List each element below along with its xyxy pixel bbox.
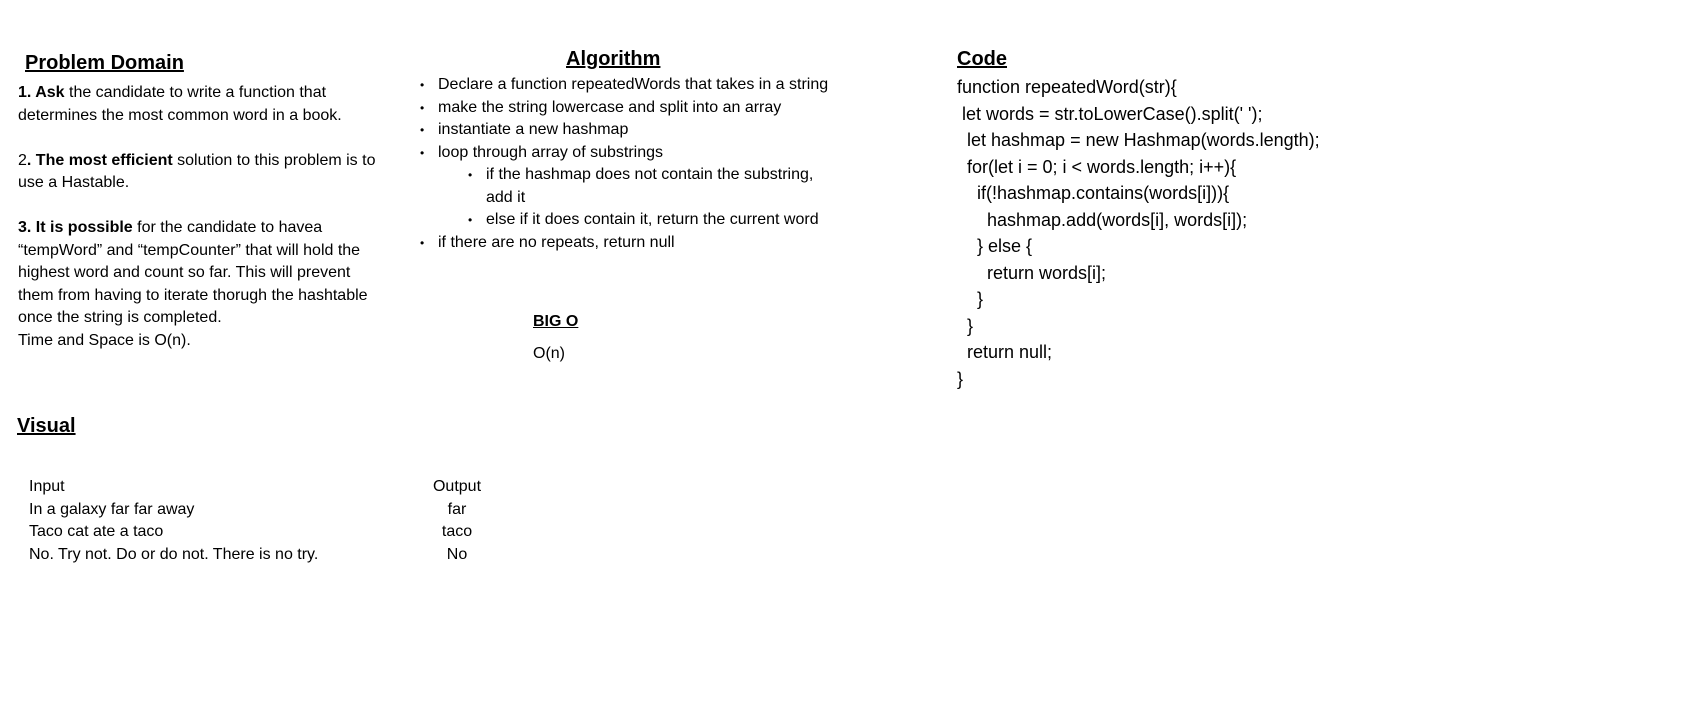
problem-line-8: them from having to iterate thorugh the … <box>18 286 368 304</box>
problem-line-10: Time and Space is O(n). <box>18 331 191 349</box>
problem-line-3: 2. The most efficient solution to this p… <box>18 150 408 173</box>
algorithm-step: • Declare a function repeatedWords that t… <box>420 74 860 97</box>
visual-row: In a galaxy far far away far <box>29 499 499 522</box>
problem-line-5: 3. It is possible for the candidate to h… <box>18 217 408 240</box>
problem-domain-heading: Problem Domain <box>25 52 184 74</box>
bullet-icon: • <box>468 213 473 227</box>
code-line: } <box>957 315 974 336</box>
algorithm-substep: • else if it does contain it, return the … <box>420 209 860 232</box>
visual-input-cell: Taco cat ate a taco <box>29 523 164 540</box>
code-block: function repeatedWord(str){ let words = … <box>957 74 1320 392</box>
big-o-value: O(n) <box>533 345 565 362</box>
bullet-icon: • <box>420 100 425 115</box>
code-line: } <box>957 368 964 389</box>
algorithm-step-text: loop through array of substrings <box>438 143 664 161</box>
problem-p1-bold: 1. Ask <box>18 84 65 101</box>
visual-output-cell: taco <box>441 523 473 540</box>
algorithm-heading: Algorithm <box>566 48 661 70</box>
bullet-icon: • <box>420 145 425 160</box>
code-line: } <box>957 289 984 309</box>
bullet-icon: • <box>420 78 425 92</box>
code-line: if(!hashmap.contains(words[i])){ <box>957 183 1230 203</box>
algorithm-step-text: Declare a function repeatedWords that ta… <box>438 76 829 93</box>
code-line: hashmap.add(words[i], words[i]); <box>957 209 1248 230</box>
problem-line-4: use a Hastable. <box>18 174 130 191</box>
problem-p3-bold: 3. It is possible <box>18 219 133 236</box>
code-line: function repeatedWord(str){ <box>957 77 1177 97</box>
code-line: let words = str.toLowerCase().split(' ')… <box>957 103 1263 124</box>
algorithm-substep-text: if the hashmap does not contain the subs… <box>486 166 814 183</box>
algorithm-step: • if there are no repeats, return null <box>420 232 860 255</box>
problem-line-9: once the string is completed. <box>18 309 222 326</box>
algorithm-step-text: if there are no repeats, return null <box>438 233 675 251</box>
visual-input-cell: In a galaxy far far away <box>29 500 195 518</box>
code-line: return words[i]; <box>957 262 1107 283</box>
visual-header-row: Input Output <box>29 476 499 499</box>
problem-p2-rest: solution to this problem is to <box>172 151 376 169</box>
bullet-icon: • <box>468 168 473 182</box>
problem-p1-rest: the candidate to write a function that <box>64 84 327 101</box>
code-line: return null; <box>957 342 1053 362</box>
bullet-icon: • <box>420 235 425 250</box>
algorithm-substep-text: else if it does contain it, return the c… <box>486 211 819 228</box>
bullet-icon: • <box>420 123 425 137</box>
code-heading: Code <box>957 48 1007 70</box>
problem-p3-rest: for the candidate to havea <box>132 219 323 236</box>
code-line: for(let i = 0; i < words.length; i++){ <box>957 156 1237 177</box>
visual-output-cell: No <box>446 545 468 563</box>
visual-input-header: Input <box>29 478 65 495</box>
code-line: let hashmap = new Hashmap(words.length); <box>957 130 1320 150</box>
problem-p2-prefix: 2 <box>18 151 27 169</box>
code-line: } else { <box>957 236 1033 256</box>
problem-p2-bold: . The most efficient <box>26 151 173 169</box>
algorithm-substep-continuation: add it <box>420 187 860 210</box>
problem-line-1: 1. Ask the candidate to write a function… <box>18 82 408 105</box>
algorithm-step-text: instantiate a new hashmap <box>438 121 629 138</box>
algorithm-step: • make the string lowercase and split int… <box>420 97 860 120</box>
visual-heading: Visual <box>17 415 76 437</box>
problem-line-2: determines the most common word in a boo… <box>18 106 342 124</box>
visual-row: No. Try not. Do or do not. There is no t… <box>29 544 499 567</box>
algorithm-step: • instantiate a new hashmap <box>420 119 860 142</box>
algorithm-step: • loop through array of substrings <box>420 142 860 165</box>
problem-line-6: “tempWord” and “tempCounter” that will h… <box>18 241 361 259</box>
big-o-heading: BIG O <box>533 313 579 330</box>
visual-output-cell: far <box>447 500 467 518</box>
visual-output-header: Output <box>432 478 482 495</box>
visual-row: Taco cat ate a taco taco <box>29 521 499 544</box>
problem-line-7: highest word and count so far. This will… <box>18 264 351 281</box>
algorithm-substep: • if the hashmap does not contain the sub… <box>420 164 860 187</box>
algorithm-substep-text: add it <box>486 188 526 206</box>
visual-input-cell: No. Try not. Do or do not. There is no t… <box>29 545 319 563</box>
problem-domain-text: 1. Ask the candidate to write a function… <box>18 82 408 352</box>
visual-table: Input Output In a galaxy far far away fa… <box>29 476 499 566</box>
algorithm-list: • Declare a function repeatedWords that t… <box>420 74 860 254</box>
algorithm-step-text: make the string lowercase and split into… <box>438 98 782 116</box>
